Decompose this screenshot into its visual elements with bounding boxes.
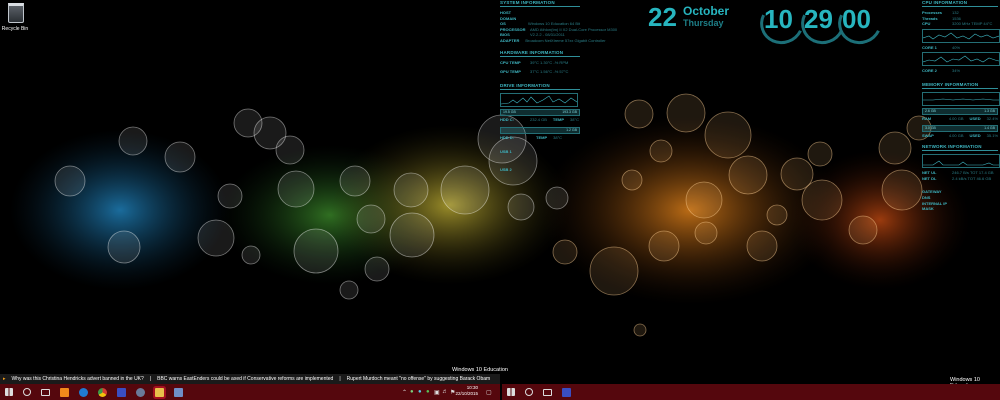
taskbar-secondary [502, 384, 1000, 400]
news-item[interactable]: Why was this Christina Hendricks advert … [9, 376, 147, 382]
media-player-icon[interactable] [136, 387, 145, 397]
drive-info-header: DRIVE INFORMATION [500, 83, 580, 90]
trash-icon [8, 3, 24, 23]
clock-seconds: 00 [842, 4, 871, 34]
network-icon[interactable]: ▣ [434, 389, 440, 396]
network-info-header: NETWORK INFORMATION [922, 144, 998, 152]
mask-label: MASK [922, 206, 934, 212]
tray-app-icon[interactable]: ● [410, 389, 414, 395]
swap-row: SWAP 4.00 GB USED 35.1% [922, 132, 998, 138]
system-info-panel: SYSTEM INFORMATION HOST DOMAIN OS Windows… [500, 0, 617, 172]
info-row: CPU 3200 MHz TEMP 44°C [922, 21, 993, 27]
search-icon[interactable] [23, 388, 31, 396]
recycle-bin-label: Recycle Bin [1, 26, 29, 32]
task-view-icon[interactable] [41, 388, 50, 396]
network-graph [922, 154, 1000, 169]
windows-watermark: Windows 10 Education [452, 367, 508, 373]
ticker-separator: | [339, 376, 341, 382]
hardware-info-header: HARDWARE INFORMATION [500, 50, 580, 57]
edge-icon[interactable] [79, 387, 88, 397]
drive-c-usage-bar: 19.5 GB 193.3 GB [500, 108, 580, 116]
info-row: CPU TEMP 39°C 1.30°C -% RPM [500, 59, 569, 65]
clock-minutes: 29 [804, 4, 833, 34]
core1-row: CORE 1 40% [922, 44, 961, 50]
windows-start-icon[interactable] [5, 388, 13, 396]
core1-graph [922, 28, 1000, 43]
chrome-icon[interactable] [98, 387, 107, 397]
monitor-icon[interactable] [174, 387, 183, 397]
memory-info-header: MEMORY INFORMATION [922, 82, 998, 89]
drive-row: HDD D: TEMP 38°C [500, 135, 563, 141]
taskbar-primary: ⌃ ● ● ● ▣ ♬ ⚑ 10:30 22/10/2015 ▢ [0, 384, 500, 400]
tray-date: 22/10/2015 [455, 391, 478, 396]
swap-usage-bar: 3.0 GB 1.4 GB [922, 124, 998, 132]
rss-reader-icon[interactable] [60, 387, 69, 397]
info-row: ADAPTER Broadcom NetXtreme 57xx Gigabit C… [500, 37, 606, 43]
clock-hours: 10 [764, 4, 793, 34]
ram-graph [922, 91, 1000, 106]
user-icon[interactable] [562, 387, 571, 397]
date-weekday: Thursday [683, 18, 724, 28]
recycle-bin-icon[interactable]: Recycle Bin [2, 3, 30, 32]
tray-app-icon[interactable]: ● [426, 389, 430, 395]
news-item[interactable]: Rupert Murdoch meant "no offense" by sug… [344, 376, 494, 382]
ram-usage-bar: 2.6 GB 1.3 GB [922, 107, 998, 115]
net-dl-row: NET DL 2.4 kB/s TOT 46.6 GB [922, 175, 992, 181]
drive-row: USB 1 [500, 148, 512, 154]
tray-app-icon[interactable]: ● [418, 389, 422, 395]
drive-activity-graph [500, 92, 578, 107]
search-icon[interactable] [525, 388, 533, 396]
user-icon[interactable] [117, 387, 126, 397]
info-row: GPU TEMP 37°C 1.56°C -% 57°C [500, 69, 569, 75]
windows-start-icon[interactable] [507, 388, 515, 396]
rss-icon: ▸ [3, 376, 6, 382]
ram-row: RAM 4.00 GB USED 32.4% [922, 115, 998, 121]
drive-row: USB 2 [500, 166, 512, 172]
drive-row: HDD C: 232.4 GB TEMP 38°C [500, 116, 579, 122]
drive-d-usage-bar: 1.2 GB [500, 127, 580, 135]
system-info-header: SYSTEM INFORMATION [500, 0, 580, 7]
cpu-info-panel: CPU INFORMATION Processes 132 Threads 1536… [922, 0, 1000, 212]
date-month: October [683, 4, 730, 18]
date-day: 22 [648, 2, 677, 32]
cpu-info-header: CPU INFORMATION [922, 0, 998, 7]
clock-tray[interactable]: 10:30 22/10/2015 [455, 385, 478, 397]
core2-graph [922, 52, 1000, 67]
news-ticker[interactable]: ▸ Why was this Christina Hendricks advert… [0, 374, 500, 384]
file-explorer-icon[interactable] [155, 387, 164, 397]
volume-icon[interactable]: ♬ [442, 389, 448, 395]
core2-row: CORE 2 34% [922, 68, 961, 74]
task-view-icon[interactable] [543, 388, 552, 396]
tray-chevron-icon[interactable]: ⌃ [402, 389, 407, 396]
notifications-icon[interactable]: ▢ [486, 389, 492, 396]
news-item[interactable]: BBC warns EastEnders could be axed if Co… [154, 376, 336, 382]
